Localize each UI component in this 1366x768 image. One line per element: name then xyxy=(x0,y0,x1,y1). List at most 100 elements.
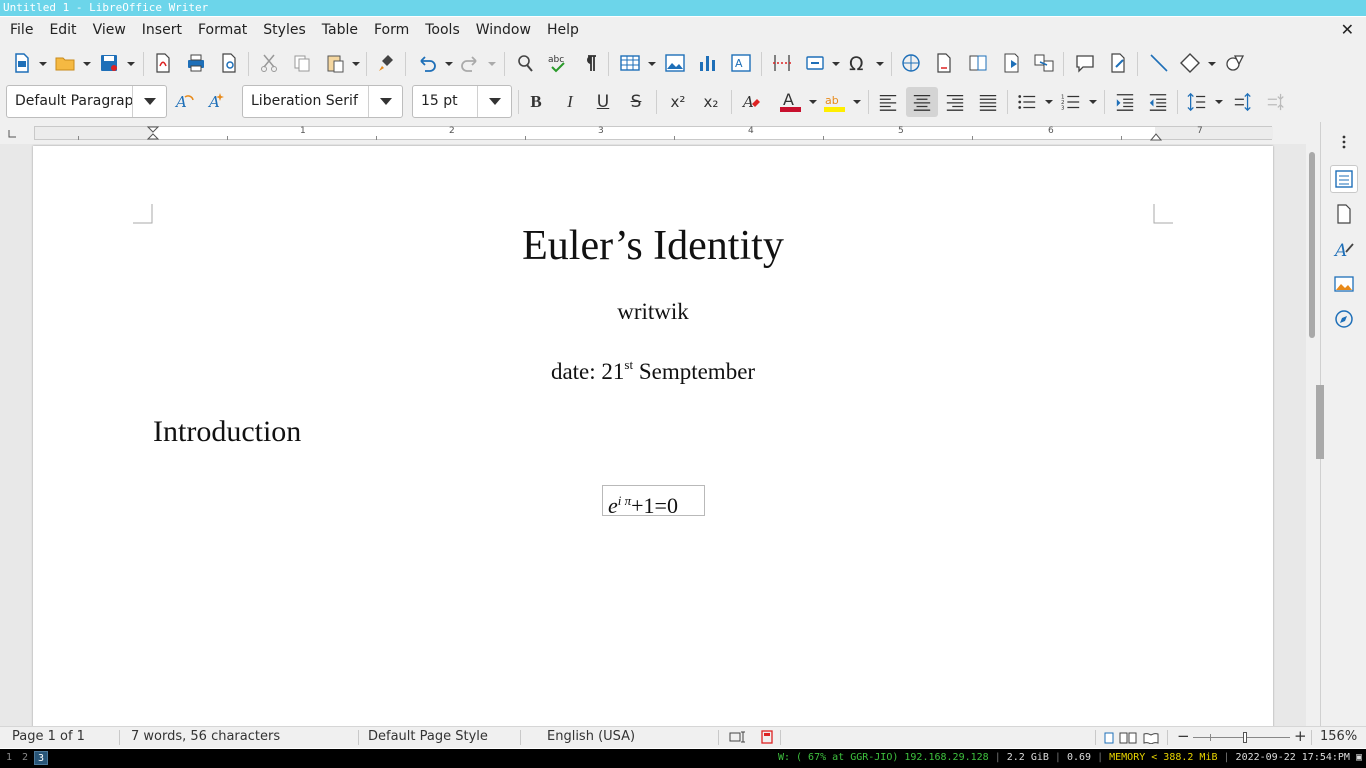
workspace-1[interactable]: 1 xyxy=(2,751,16,765)
export-pdf-icon[interactable] xyxy=(150,50,176,76)
zoom-in-icon[interactable]: + xyxy=(1294,727,1307,745)
bullet-list-icon[interactable] xyxy=(1013,87,1041,117)
cross-reference-icon[interactable] xyxy=(1031,50,1057,76)
properties-icon[interactable] xyxy=(1330,165,1358,193)
cut-icon[interactable] xyxy=(256,50,282,76)
gallery-icon[interactable] xyxy=(1330,270,1358,298)
document-page[interactable]: Euler’s Identity writwik date: 21st Semp… xyxy=(33,146,1273,726)
indent-marker-icon[interactable] xyxy=(147,126,159,140)
decrease-paragraph-spacing-icon[interactable] xyxy=(1262,87,1290,117)
hyperlink-icon[interactable] xyxy=(898,50,924,76)
chevron-down-icon[interactable] xyxy=(648,60,656,68)
align-center-button[interactable] xyxy=(906,87,938,117)
chevron-down-icon[interactable] xyxy=(809,98,817,106)
endnote-icon[interactable] xyxy=(965,50,991,76)
menu-styles[interactable]: Styles xyxy=(255,17,313,44)
close-document-icon[interactable]: ✕ xyxy=(1341,20,1354,39)
workspace-2[interactable]: 2 xyxy=(18,751,32,765)
insert-table-icon[interactable] xyxy=(617,50,643,76)
justify-button[interactable] xyxy=(974,87,1002,117)
insert-image-icon[interactable] xyxy=(662,50,688,76)
word-count[interactable]: 7 words, 56 characters xyxy=(131,729,280,744)
zoom-slider-handle[interactable] xyxy=(1243,732,1247,743)
insert-mode-icon[interactable] xyxy=(729,731,747,743)
section-heading[interactable]: Introduction xyxy=(153,415,301,449)
line-icon[interactable] xyxy=(1146,50,1172,76)
update-style-icon[interactable]: A xyxy=(171,88,197,114)
superscript-button[interactable]: x² xyxy=(664,87,692,117)
chevron-down-icon[interactable] xyxy=(853,98,861,106)
insert-field-icon[interactable] xyxy=(802,50,828,76)
save-icon[interactable] xyxy=(96,50,122,76)
chevron-down-icon[interactable] xyxy=(83,60,91,68)
find-replace-icon[interactable] xyxy=(512,50,538,76)
comment-icon[interactable] xyxy=(1072,50,1098,76)
open-folder-icon[interactable] xyxy=(52,50,78,76)
menu-file[interactable]: File xyxy=(2,17,41,44)
sidebar-menu-icon[interactable] xyxy=(1330,128,1358,156)
bookmark-icon[interactable] xyxy=(998,50,1024,76)
spelling-icon[interactable]: abc xyxy=(545,50,571,76)
align-left-button[interactable] xyxy=(874,87,902,117)
scrollbar-thumb[interactable] xyxy=(1309,152,1315,338)
new-style-icon[interactable]: A xyxy=(204,88,230,114)
document-date[interactable]: date: 21st Semptember xyxy=(33,357,1273,385)
chevron-down-icon[interactable] xyxy=(488,60,496,68)
menu-table[interactable]: Table xyxy=(314,17,366,44)
line-spacing-icon[interactable] xyxy=(1183,87,1211,117)
chevron-down-icon[interactable] xyxy=(39,60,47,68)
align-right-button[interactable] xyxy=(941,87,969,117)
paragraph-style-combo[interactable]: Default Paragrap xyxy=(6,85,167,118)
increase-indent-icon[interactable] xyxy=(1111,87,1139,117)
chevron-down-icon[interactable] xyxy=(132,86,166,117)
strikethrough-button[interactable]: S xyxy=(622,87,650,117)
decrease-indent-icon[interactable] xyxy=(1144,87,1172,117)
chevron-down-icon[interactable] xyxy=(352,60,360,68)
navigator-icon[interactable] xyxy=(1330,305,1358,333)
special-character-icon[interactable]: Ω xyxy=(845,50,871,76)
chevron-down-icon[interactable] xyxy=(1215,98,1223,106)
page-style[interactable]: Default Page Style xyxy=(368,729,488,744)
clear-formatting-icon[interactable]: A xyxy=(738,88,764,114)
paste-icon[interactable] xyxy=(322,50,348,76)
document-modified-icon[interactable] xyxy=(761,730,773,744)
underline-button[interactable]: U xyxy=(589,87,617,117)
math-formula-object[interactable]: ei π+1=0 xyxy=(602,485,705,518)
bold-button[interactable]: B xyxy=(522,87,550,117)
undo-icon[interactable] xyxy=(414,50,440,76)
footnote-icon[interactable] xyxy=(931,50,957,76)
chevron-down-icon[interactable] xyxy=(127,60,135,68)
print-icon[interactable] xyxy=(183,50,209,76)
menu-view[interactable]: View xyxy=(85,17,134,44)
horizontal-ruler[interactable]: 1 2 3 4 5 6 7 xyxy=(34,126,1273,141)
page-count[interactable]: Page 1 of 1 xyxy=(12,729,85,744)
font-color-icon[interactable]: A xyxy=(777,88,803,114)
tab-stop-icon[interactable] xyxy=(8,129,18,139)
zoom-level[interactable]: 156% xyxy=(1320,729,1357,744)
right-indent-marker-icon[interactable] xyxy=(1150,131,1162,141)
menu-edit[interactable]: Edit xyxy=(41,17,84,44)
new-document-icon[interactable] xyxy=(9,50,35,76)
styles-icon[interactable]: A xyxy=(1330,235,1358,263)
print-preview-icon[interactable] xyxy=(216,50,242,76)
menu-tools[interactable]: Tools xyxy=(417,17,468,44)
redo-icon[interactable] xyxy=(457,50,483,76)
track-changes-icon[interactable] xyxy=(1105,50,1131,76)
sidebar-collapse-handle[interactable] xyxy=(1316,385,1324,459)
tray-icon[interactable]: ▣ xyxy=(1356,752,1362,763)
chevron-down-icon[interactable] xyxy=(445,60,453,68)
insert-textbox-icon[interactable]: A xyxy=(728,50,754,76)
clone-formatting-icon[interactable] xyxy=(374,50,400,76)
chevron-down-icon[interactable] xyxy=(1208,60,1216,68)
chevron-down-icon[interactable] xyxy=(368,86,402,117)
highlight-color-icon[interactable]: ab xyxy=(821,88,847,114)
draw-functions-icon[interactable] xyxy=(1222,50,1248,76)
chevron-down-icon[interactable] xyxy=(832,60,840,68)
document-author[interactable]: writwik xyxy=(33,299,1273,325)
menu-window[interactable]: Window xyxy=(468,17,539,44)
document-title[interactable]: Euler’s Identity xyxy=(33,222,1273,270)
menu-help[interactable]: Help xyxy=(539,17,587,44)
zoom-slider[interactable] xyxy=(1193,737,1290,738)
language[interactable]: English (USA) xyxy=(547,729,635,744)
increase-paragraph-spacing-icon[interactable] xyxy=(1229,87,1257,117)
